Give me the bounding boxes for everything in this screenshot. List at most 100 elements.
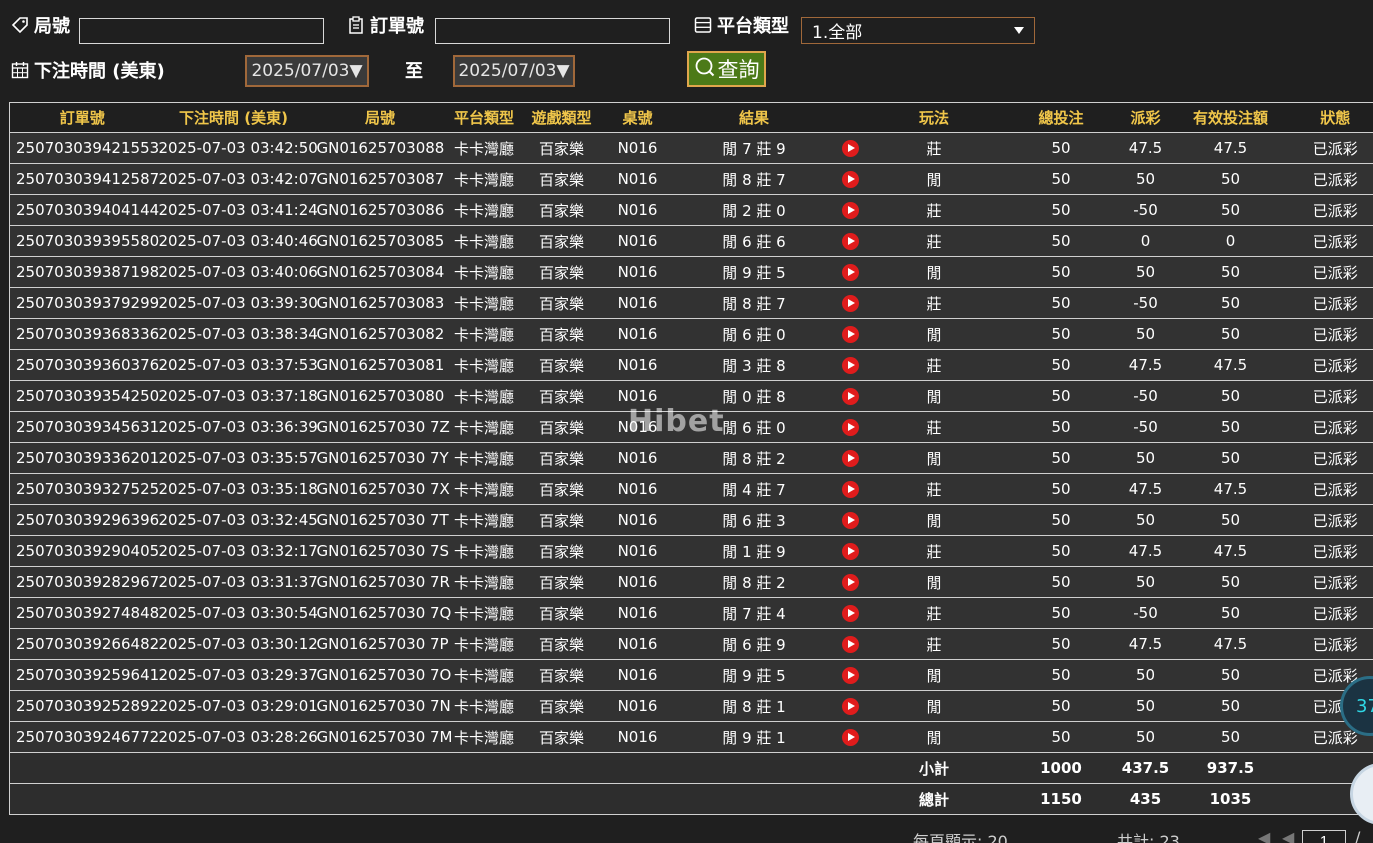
table-cell: N016	[602, 349, 673, 381]
bet-cell: 閒	[865, 659, 1003, 691]
play-video-icon[interactable]	[842, 419, 859, 436]
play-video-icon[interactable]	[842, 140, 859, 157]
play-video-icon[interactable]	[842, 698, 859, 715]
play-video-icon[interactable]	[842, 729, 859, 746]
play-video-icon[interactable]	[842, 388, 859, 405]
play-video-icon[interactable]	[842, 543, 859, 560]
time-cell: 2025-07-03 03:40:46	[154, 225, 318, 257]
bet-cell: 閒	[865, 721, 1003, 753]
play-video-icon[interactable]	[842, 481, 859, 498]
total-bet-cell: 50	[1002, 318, 1120, 350]
platform-select-value: 1.全部	[812, 23, 863, 43]
col-time[interactable]: 下注時間 (美東)	[154, 102, 313, 133]
replay-cell	[835, 597, 866, 629]
status-cell: 已派彩	[1289, 566, 1373, 598]
play-video-icon[interactable]	[842, 512, 859, 529]
play-video-icon[interactable]	[842, 605, 859, 622]
platform-cell: 卡卡灣廳	[447, 535, 521, 567]
table-row: 250703039395580 2025-07-03 03:40:46 GN0162…	[9, 225, 1373, 257]
payout-cell: -50	[1119, 194, 1172, 226]
platform-cell: 卡卡灣廳	[447, 504, 521, 536]
col-bet[interactable]: 玩法	[865, 102, 1003, 133]
col-valid-bet[interactable]: 有效投注額	[1171, 102, 1290, 133]
page-number-input[interactable]	[1302, 830, 1346, 843]
time-cell: 2025-07-03 03:30:12	[154, 628, 318, 660]
play-video-icon[interactable]	[842, 636, 859, 653]
table-cell: N016	[602, 442, 673, 474]
platform-cell: 卡卡灣廳	[447, 659, 521, 691]
col-order[interactable]: 訂單號	[9, 102, 155, 133]
valid-bet-cell: 50	[1171, 442, 1290, 474]
play-video-icon[interactable]	[842, 357, 859, 374]
replay-cell	[835, 194, 866, 226]
platform-cell: 卡卡灣廳	[447, 566, 521, 598]
status-cell: 已派彩	[1289, 287, 1373, 319]
play-video-icon[interactable]	[842, 574, 859, 591]
play-video-icon[interactable]	[842, 450, 859, 467]
replay-cell	[835, 132, 866, 164]
play-video-icon[interactable]	[842, 171, 859, 188]
bet-cell: 莊	[865, 628, 1003, 660]
query-button[interactable]: 查詢	[687, 51, 766, 87]
total-bet-cell: 50	[1002, 163, 1120, 195]
play-video-icon[interactable]	[842, 202, 859, 219]
subtotal-valid: 937.5	[1171, 752, 1290, 784]
total-bet-cell: 50	[1002, 132, 1120, 164]
play-video-icon[interactable]	[842, 326, 859, 343]
round-input[interactable]	[79, 18, 324, 44]
game-cell: 百家樂	[520, 225, 603, 257]
col-payout[interactable]: 派彩	[1119, 102, 1172, 133]
time-cell: 2025-07-03 03:37:53	[154, 349, 318, 381]
bet-cell: 莊	[865, 597, 1003, 629]
table-row: 250703039404144 2025-07-03 03:41:24 GN0162…	[9, 194, 1373, 226]
table-cell: N016	[602, 690, 673, 722]
time-cell: 2025-07-03 03:42:50	[154, 132, 318, 164]
platform-select[interactable]: 1.全部	[801, 17, 1035, 44]
order-cell: 250703039404144	[9, 194, 159, 226]
prev-page-icon[interactable]: ◀	[1282, 828, 1294, 843]
bet-cell: 閒	[865, 442, 1003, 474]
result-cell: 閒 6 莊 3	[672, 504, 836, 536]
play-video-icon[interactable]	[842, 264, 859, 281]
game-cell: 百家樂	[520, 659, 603, 691]
game-cell: 百家樂	[520, 287, 603, 319]
col-round[interactable]: 局號	[312, 102, 448, 133]
subtotal-row: 小計 1000 437.5 937.5	[9, 752, 1373, 784]
play-video-icon[interactable]	[842, 667, 859, 684]
round-cell: GN016257030 7Z	[312, 411, 450, 443]
total-bet-cell: 50	[1002, 287, 1120, 319]
order-input[interactable]	[435, 18, 670, 44]
total-bet-cell: 50	[1002, 628, 1120, 660]
search-icon	[694, 56, 716, 83]
status-cell: 已派彩	[1289, 225, 1373, 257]
time-cell: 2025-07-03 03:35:18	[154, 473, 318, 505]
bet-cell: 莊	[865, 194, 1003, 226]
col-result[interactable]: 結果	[672, 102, 836, 133]
replay-cell	[835, 504, 866, 536]
payout-cell: 47.5	[1119, 628, 1172, 660]
game-cell: 百家樂	[520, 194, 603, 226]
clipboard-icon	[346, 15, 366, 35]
calendar-icon	[10, 60, 30, 80]
replay-cell	[835, 628, 866, 660]
game-cell: 百家樂	[520, 597, 603, 629]
first-page-icon[interactable]: ◀	[1258, 828, 1270, 843]
round-cell: GN016257030 7X	[312, 473, 450, 505]
table-body: 250703039421553 2025-07-03 03:42:50 GN0162…	[9, 132, 1373, 753]
col-status[interactable]: 狀態	[1289, 102, 1373, 133]
game-cell: 百家樂	[520, 628, 603, 660]
play-video-icon[interactable]	[842, 233, 859, 250]
date-from-picker[interactable]: 2025/07/03▼	[245, 55, 369, 87]
bet-cell: 閒	[865, 690, 1003, 722]
floating-widget-badge: 37	[1356, 696, 1373, 717]
date-to-picker[interactable]: 2025/07/03▼	[453, 55, 575, 87]
play-video-icon[interactable]	[842, 295, 859, 312]
result-cell: 閒 3 莊 8	[672, 349, 836, 381]
bet-cell: 莊	[865, 411, 1003, 443]
col-table[interactable]: 桌號	[602, 102, 673, 133]
total-bet-cell: 50	[1002, 690, 1120, 722]
col-total-bet[interactable]: 總投注	[1002, 102, 1120, 133]
col-platform[interactable]: 平台類型	[447, 102, 521, 133]
col-game[interactable]: 遊戲類型	[520, 102, 603, 133]
time-cell: 2025-07-03 03:31:37	[154, 566, 318, 598]
